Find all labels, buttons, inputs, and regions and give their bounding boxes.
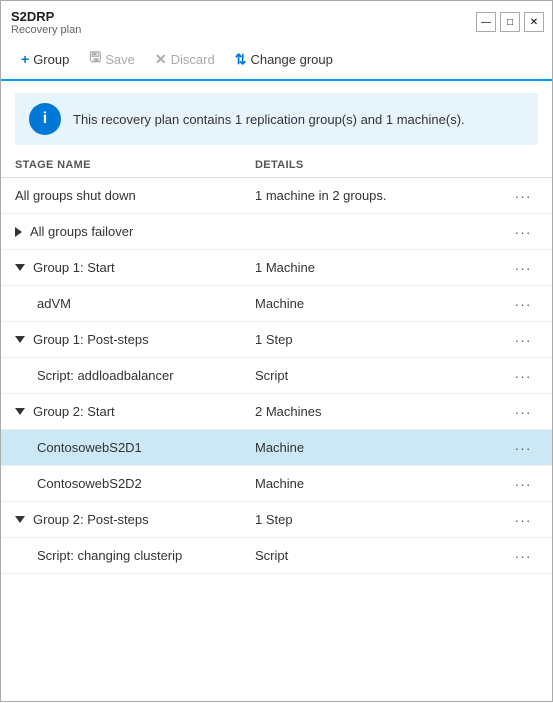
expand-icon: [15, 264, 25, 271]
table-row[interactable]: All groups failover ···: [1, 214, 552, 250]
table-row[interactable]: Script: changing clusterip Script···: [1, 538, 552, 574]
info-banner: i This recovery plan contains 1 replicat…: [15, 93, 538, 145]
row-actions-cell: ···: [508, 402, 538, 422]
row-stage-text: Group 1: Start: [33, 260, 115, 275]
table-row[interactable]: All groups shut down 1 machine in 2 group…: [1, 178, 552, 214]
row-stage-text: Group 1: Post-steps: [33, 332, 149, 347]
discard-button[interactable]: ✕ Discard: [145, 47, 225, 72]
titlebar: S2DRP Recovery plan — □ ✕: [1, 1, 552, 39]
row-menu-button[interactable]: ···: [511, 438, 536, 458]
row-menu-button[interactable]: ···: [511, 546, 536, 566]
row-actions-cell: ···: [508, 294, 538, 314]
row-actions-cell: ···: [508, 258, 538, 278]
row-menu-button[interactable]: ···: [511, 474, 536, 494]
row-details-cell: Machine: [255, 440, 508, 455]
plus-icon: +: [21, 51, 29, 67]
col-header-details: DETAILS: [255, 159, 508, 171]
row-menu-button[interactable]: ···: [511, 258, 536, 278]
row-stage-cell: ContosowebS2D2: [15, 476, 255, 491]
row-stage-text: Script: changing clusterip: [37, 548, 182, 563]
row-stage-cell: adVM: [15, 296, 255, 311]
restore-button[interactable]: □: [500, 12, 520, 32]
row-actions-cell: ···: [508, 438, 538, 458]
row-actions-cell: ···: [508, 474, 538, 494]
app-title: S2DRP: [11, 9, 81, 24]
row-details-cell: Script: [255, 368, 508, 383]
row-details-cell: 1 Step: [255, 512, 508, 527]
save-icon: 🖫: [89, 47, 101, 71]
toolbar: + Group 🖫 Save ✕ Discard ⇅ Change group: [1, 39, 552, 81]
close-button[interactable]: ✕: [524, 12, 544, 32]
row-actions-cell: ···: [508, 510, 538, 530]
save-button[interactable]: 🖫 Save: [79, 43, 145, 75]
table-row[interactable]: ContosowebS2D2 Machine···: [1, 466, 552, 502]
table-container: STAGE NAME DETAILS All groups shut down 1…: [1, 153, 552, 703]
row-stage-cell: Group 2: Start: [15, 404, 255, 419]
row-details-cell: 1 Machine: [255, 260, 508, 275]
row-details-cell: Machine: [255, 296, 508, 311]
row-stage-text: All groups failover: [30, 224, 133, 239]
change-group-icon: ⇅: [235, 51, 247, 68]
collapse-icon: [15, 227, 22, 237]
row-actions-cell: ···: [508, 330, 538, 350]
row-menu-button[interactable]: ···: [511, 402, 536, 422]
table-row[interactable]: Script: addloadbalancer Script···: [1, 358, 552, 394]
save-label: Save: [105, 52, 135, 67]
table-row[interactable]: adVM Machine···: [1, 286, 552, 322]
expand-icon: [15, 408, 25, 415]
minimize-button[interactable]: —: [476, 12, 496, 32]
expand-icon: [15, 336, 25, 343]
expand-icon: [15, 516, 25, 523]
row-stage-text: ContosowebS2D2: [37, 476, 142, 491]
change-group-button[interactable]: ⇅ Change group: [225, 47, 343, 72]
change-group-label: Change group: [250, 52, 332, 67]
row-stage-cell: Group 2: Post-steps: [15, 512, 255, 527]
row-menu-button[interactable]: ···: [511, 366, 536, 386]
row-stage-text: Script: addloadbalancer: [37, 368, 174, 383]
row-details-cell: 1 machine in 2 groups.: [255, 188, 508, 203]
app-subtitle: Recovery plan: [11, 24, 81, 36]
row-actions-cell: ···: [508, 186, 538, 206]
row-details-cell: 1 Step: [255, 332, 508, 347]
discard-icon: ✕: [155, 51, 167, 68]
row-actions-cell: ···: [508, 222, 538, 242]
row-details-cell: Script: [255, 548, 508, 563]
row-stage-cell: Script: addloadbalancer: [15, 368, 255, 383]
row-stage-cell: All groups failover: [15, 224, 255, 239]
row-details-cell: Machine: [255, 476, 508, 491]
row-stage-text: Group 2: Start: [33, 404, 115, 419]
row-actions-cell: ···: [508, 546, 538, 566]
row-stage-text: Group 2: Post-steps: [33, 512, 149, 527]
table-row[interactable]: ContosowebS2D1 Machine···: [1, 430, 552, 466]
table-row[interactable]: Group 1: Post-steps 1 Step···: [1, 322, 552, 358]
info-icon: i: [29, 103, 61, 135]
titlebar-controls: — □ ✕: [476, 12, 544, 32]
table-row[interactable]: Group 2: Start 2 Machines···: [1, 394, 552, 430]
row-stage-text: adVM: [37, 296, 71, 311]
discard-label: Discard: [171, 52, 215, 67]
info-text: This recovery plan contains 1 replicatio…: [73, 112, 465, 127]
add-group-button[interactable]: + Group: [11, 47, 79, 71]
row-details-cell: 2 Machines: [255, 404, 508, 419]
row-stage-text: All groups shut down: [15, 188, 136, 203]
table-row[interactable]: Group 2: Post-steps 1 Step···: [1, 502, 552, 538]
group-label: Group: [33, 52, 69, 67]
table-body: All groups shut down 1 machine in 2 group…: [1, 178, 552, 574]
row-stage-text: ContosowebS2D1: [37, 440, 142, 455]
table-header: STAGE NAME DETAILS: [1, 153, 552, 178]
row-stage-cell: Script: changing clusterip: [15, 548, 255, 563]
row-stage-cell: ContosowebS2D1: [15, 440, 255, 455]
row-stage-cell: All groups shut down: [15, 188, 255, 203]
table-row[interactable]: Group 1: Start 1 Machine···: [1, 250, 552, 286]
row-menu-button[interactable]: ···: [511, 222, 536, 242]
col-header-stage: STAGE NAME: [15, 159, 255, 171]
row-menu-button[interactable]: ···: [511, 186, 536, 206]
row-menu-button[interactable]: ···: [511, 294, 536, 314]
row-stage-cell: Group 1: Start: [15, 260, 255, 275]
row-menu-button[interactable]: ···: [511, 330, 536, 350]
row-menu-button[interactable]: ···: [511, 510, 536, 530]
titlebar-left: S2DRP Recovery plan: [11, 9, 81, 36]
row-stage-cell: Group 1: Post-steps: [15, 332, 255, 347]
row-actions-cell: ···: [508, 366, 538, 386]
